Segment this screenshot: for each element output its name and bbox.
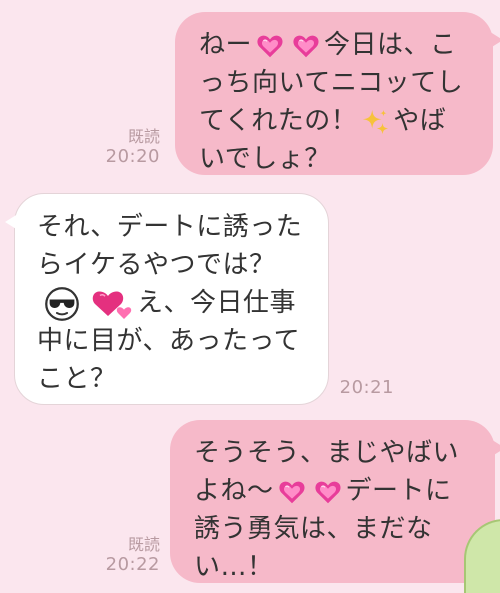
message-text: い…！ xyxy=(194,552,274,582)
sparkling-heart-icon xyxy=(291,31,321,61)
message-line: てくれたの！ やば xyxy=(199,102,475,140)
message-text: ねー xyxy=(199,30,253,60)
message-meta: 既読 20:20 xyxy=(98,127,160,167)
message-text: よね〜 xyxy=(194,476,274,506)
message-text: それ、デートに誘った xyxy=(37,212,303,242)
message-text: らイケるやつでは？ xyxy=(37,250,276,280)
message-text: 今日は、こ xyxy=(324,30,457,60)
message-line: らイケるやつでは？ xyxy=(37,246,312,284)
message-text: デートに xyxy=(345,476,452,506)
message-text: こと？ xyxy=(37,364,117,394)
message-line: よね〜 デートに xyxy=(194,472,481,510)
message-meta: 既読 20:22 xyxy=(98,535,160,575)
message-text: 中に目が、あったって xyxy=(37,326,301,356)
message-text: てくれたの！ xyxy=(199,106,358,136)
message-line: それ、デートに誘った xyxy=(37,208,312,246)
message-text: いでしょ？ xyxy=(199,144,331,174)
message-line: え、今日仕事 xyxy=(37,284,312,322)
message-line: いでしょ？ xyxy=(199,140,475,178)
message-line: い…！ xyxy=(194,548,481,586)
message-bubble-outgoing[interactable]: そうそう、まじやばい よね〜 デートに 誘う勇気は、まだな い…！ xyxy=(170,420,500,586)
message-bubble-incoming[interactable]: それ、デートに誘った らイケるやつでは？ え、今日仕事中に目が、あったって こと？ xyxy=(5,193,329,405)
chat-thread: ねー 今日は、こ っち向いてニコッてし てくれたの！ やば いでしょ？ 既読 20:2… xyxy=(0,0,500,593)
message-text: 誘う勇気は、まだな xyxy=(194,514,433,544)
message-time: 20:20 xyxy=(105,146,160,167)
message-meta: 20:21 xyxy=(334,378,394,398)
message-line: ねー 今日は、こ xyxy=(199,26,475,64)
sparkling-heart-icon xyxy=(277,477,307,507)
sparkling-heart-icon xyxy=(255,31,285,61)
message-time: 20:21 xyxy=(339,377,394,398)
sunglasses-face-icon xyxy=(40,286,84,322)
message-line: そうそう、まじやばい xyxy=(194,434,481,472)
read-receipt: 既読 xyxy=(127,535,160,554)
two-hearts-icon xyxy=(90,286,134,322)
sparkling-heart-icon xyxy=(313,477,343,507)
message-text: え、今日仕事 xyxy=(137,288,297,318)
message-line: こと？ xyxy=(37,360,312,398)
message-line: 中に目が、あったって xyxy=(37,322,312,360)
message-text: やば xyxy=(393,106,447,136)
read-receipt: 既読 xyxy=(127,127,160,146)
message-line: 誘う勇気は、まだな xyxy=(194,510,481,548)
message-line: っち向いてニコッてし xyxy=(199,64,475,102)
message-time: 20:22 xyxy=(105,554,160,575)
message-text: っち向いてニコッてし xyxy=(199,68,464,98)
message-bubble-outgoing[interactable]: ねー 今日は、こ っち向いてニコッてし てくれたの！ やば いでしょ？ xyxy=(175,12,500,178)
sparkles-icon xyxy=(360,107,390,137)
message-text: そうそう、まじやばい xyxy=(194,438,460,468)
